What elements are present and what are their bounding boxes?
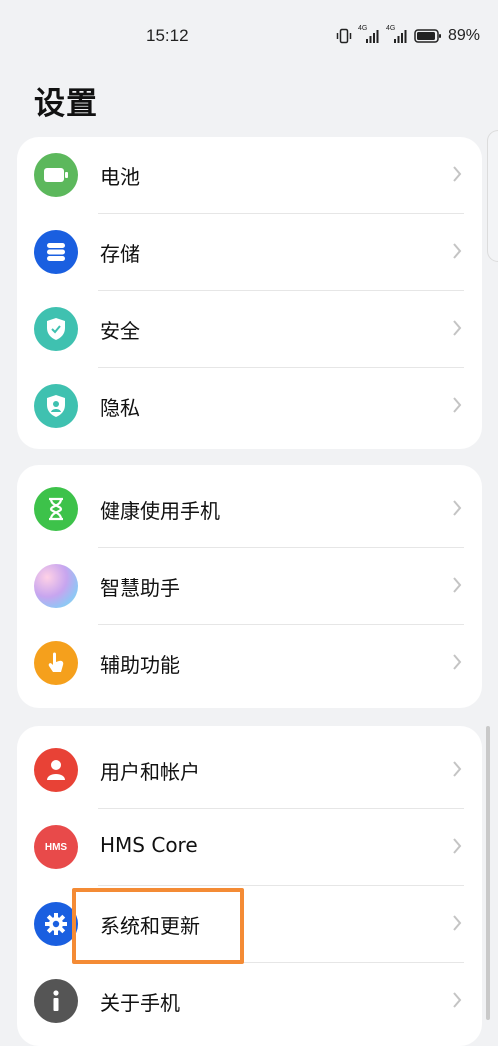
settings-item-storage[interactable]: 存储: [17, 214, 482, 291]
privacy-icon: [34, 384, 78, 428]
side-panel-handle[interactable]: [487, 130, 498, 262]
chevron-right-icon: [453, 166, 462, 182]
battery-status-icon: [414, 29, 441, 43]
settings-item-privacy[interactable]: 隐私: [17, 368, 482, 445]
status-bar: 15:12 4G 4G 89%: [0, 0, 498, 70]
settings-item-label: HMS Core: [100, 833, 198, 857]
scrollbar[interactable]: [486, 726, 490, 1020]
chevron-right-icon: [453, 992, 462, 1008]
settings-group-3: 用户和帐户 HMS HMS Core 系统和更新 关于手机: [17, 726, 482, 1046]
assistant-icon: [34, 564, 78, 608]
settings-item-label: 用户和帐户: [100, 760, 200, 784]
settings-item-label: 电池: [100, 165, 140, 189]
settings-item-label: 隐私: [100, 396, 140, 420]
settings-item-assistant[interactable]: 智慧助手: [17, 548, 482, 625]
chevron-right-icon: [453, 320, 462, 336]
hms-icon: HMS: [34, 825, 78, 869]
vibrate-icon: [336, 28, 352, 44]
chevron-right-icon: [453, 761, 462, 777]
settings-item-security[interactable]: 安全: [17, 291, 482, 368]
hourglass-icon: [34, 487, 78, 531]
settings-item-accessibility[interactable]: 辅助功能: [17, 625, 482, 702]
signal-icon-1: 4G: [358, 25, 380, 44]
battery-percent: 89%: [447, 27, 480, 44]
settings-item-about-phone[interactable]: 关于手机: [17, 963, 482, 1040]
settings-item-hms-core[interactable]: HMS HMS Core: [17, 809, 482, 886]
chevron-right-icon: [453, 243, 462, 259]
settings-item-users[interactable]: 用户和帐户: [17, 732, 482, 809]
chevron-right-icon: [453, 577, 462, 593]
battery-icon: [34, 153, 78, 197]
hms-icon-text: HMS: [44, 841, 68, 853]
settings-item-label: 智慧助手: [100, 576, 180, 600]
user-icon: [34, 748, 78, 792]
status-icons: 4G 4G 89%: [336, 25, 480, 46]
chevron-right-icon: [453, 654, 462, 670]
settings-item-battery[interactable]: 电池: [17, 137, 482, 214]
settings-item-label: 辅助功能: [100, 653, 180, 677]
settings-item-label: 健康使用手机: [100, 499, 220, 523]
shield-icon: [34, 307, 78, 351]
signal-icon-2: 4G: [386, 25, 408, 44]
page-title: 设置: [34, 86, 98, 122]
storage-icon: [34, 230, 78, 274]
settings-item-label: 安全: [100, 319, 140, 343]
info-icon: [34, 979, 78, 1023]
settings-item-label: 存储: [100, 242, 140, 266]
chevron-right-icon: [453, 915, 462, 931]
highlight-annotation-box: [72, 888, 244, 964]
chevron-right-icon: [453, 500, 462, 516]
chevron-right-icon: [453, 838, 462, 854]
hand-icon: [34, 641, 78, 685]
settings-group-2: 健康使用手机 智慧助手 辅助功能: [17, 465, 482, 708]
settings-item-digital-balance[interactable]: 健康使用手机: [17, 471, 482, 548]
chevron-right-icon: [453, 397, 462, 413]
settings-group-1: 电池 存储 安全 隐私: [17, 137, 482, 449]
status-time: 15:12: [146, 26, 189, 45]
settings-item-label: 关于手机: [100, 991, 180, 1015]
